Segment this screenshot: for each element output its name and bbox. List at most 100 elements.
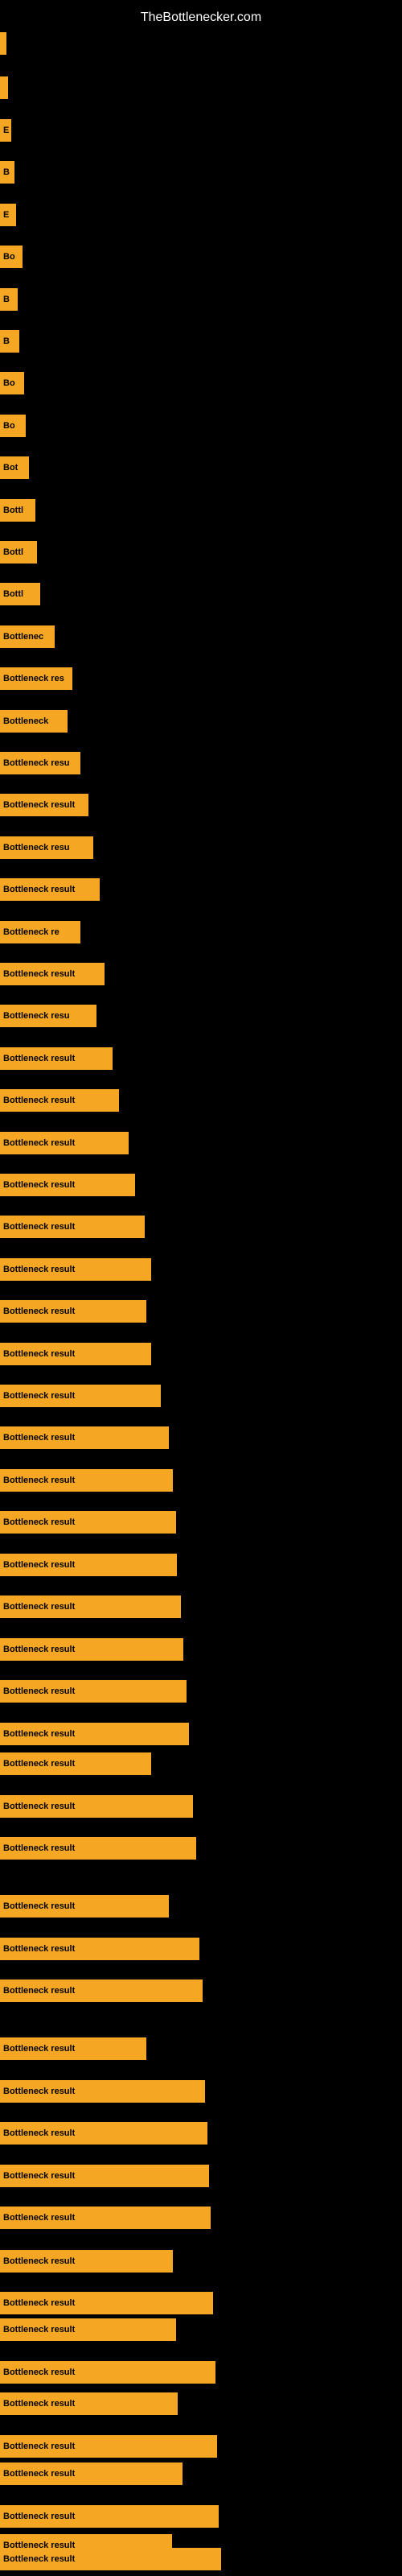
bar-label: B: [3, 167, 10, 177]
bar-label: Bottleneck result: [3, 2087, 75, 2096]
bar-item: Bottleneck result: [0, 2361, 215, 2384]
bar-label: Bottleneck result: [3, 1054, 75, 1063]
bar-label: Bottleneck result: [3, 885, 75, 894]
bar-item: Bo: [0, 372, 24, 394]
bar-item: Bottleneck result: [0, 2548, 221, 2570]
bar-label: Bottleneck result: [3, 1645, 75, 1654]
bar-label: E: [3, 126, 9, 135]
bar-label: B: [3, 295, 10, 304]
bar-item: Bottleneck result: [0, 1300, 146, 1323]
bar-label: Bottleneck result: [3, 1602, 75, 1612]
bar-label: Bottleneck res: [3, 674, 64, 683]
bar-item: Bottleneck result: [0, 2037, 146, 2060]
bar-label: Bottleneck re: [3, 927, 59, 937]
bar-label: Bottleneck result: [3, 1802, 75, 1811]
bar-label: Bo: [3, 378, 15, 388]
bar-item: Bottleneck result: [0, 2435, 217, 2458]
bar-item: Bottleneck result: [0, 1343, 151, 1365]
bar-item: Bottleneck result: [0, 1258, 151, 1281]
bar-item: Bottleneck result: [0, 2165, 209, 2187]
bar-item: Bottleneck result: [0, 878, 100, 901]
bar-label: Bot: [3, 463, 18, 473]
bar-label: Bottleneck result: [3, 2256, 75, 2266]
bar-item: Bottl: [0, 499, 35, 522]
bar-label: Bottleneck result: [3, 1686, 75, 1696]
bar-item: [0, 32, 6, 55]
bar-label: Bottleneck result: [3, 1265, 75, 1274]
bar-item: E: [0, 204, 16, 226]
bar-item: Bottleneck result: [0, 1938, 199, 1960]
bar-item: Bottlenec: [0, 625, 55, 648]
bar-item: Bottleneck result: [0, 1469, 173, 1492]
bar-item: Bottleneck result: [0, 2392, 178, 2415]
bar-item: Bottleneck result: [0, 1511, 176, 1534]
bar-item: Bottleneck resu: [0, 836, 93, 859]
bar-item: Bottleneck result: [0, 1752, 151, 1775]
bar-item: Bottleneck result: [0, 1895, 169, 1918]
bar-label: Bottleneck result: [3, 2399, 75, 2409]
bar-label: Bottleneck result: [3, 1138, 75, 1148]
bar-label: Bottleneck resu: [3, 1011, 70, 1021]
bar-label: Bottleneck result: [3, 1843, 75, 1853]
bar-item: Bottleneck result: [0, 1089, 119, 1112]
bar-item: B: [0, 330, 19, 353]
bar-label: Bottleneck result: [3, 2512, 75, 2521]
bar-item: Bottleneck result: [0, 963, 105, 985]
bar-label: Bottl: [3, 589, 23, 599]
bar-label: Bottleneck result: [3, 2442, 75, 2451]
bar-label: Bo: [3, 421, 15, 431]
bar-label: Bottleneck: [3, 716, 48, 726]
bar-item: B: [0, 161, 14, 184]
bar-label: Bottleneck result: [3, 1433, 75, 1443]
bar-label: Bottleneck result: [3, 2298, 75, 2308]
bar-item: E: [0, 119, 11, 142]
bar-item: B: [0, 288, 18, 311]
bar-item: Bottleneck resu: [0, 752, 80, 774]
bar-label: Bottleneck result: [3, 2213, 75, 2223]
bar-label: Bottleneck result: [3, 1517, 75, 1527]
bar-item: Bottl: [0, 541, 37, 564]
bar-item: Bottleneck result: [0, 1132, 129, 1154]
bar-label: Bottleneck result: [3, 2325, 75, 2334]
bar-item: Bottleneck result: [0, 1047, 113, 1070]
bar-item: Bot: [0, 456, 29, 479]
bar-label: Bottleneck result: [3, 1944, 75, 1954]
bar-label: Bottleneck result: [3, 1391, 75, 1401]
bar-label: Bottleneck result: [3, 1222, 75, 1232]
bar-label: Bottleneck result: [3, 1096, 75, 1105]
bar-item: Bottleneck result: [0, 2292, 213, 2314]
bar-item: Bottleneck result: [0, 2462, 183, 2485]
bar-item: Bottl: [0, 583, 40, 605]
bar-label: Bottleneck result: [3, 1476, 75, 1485]
bar-item: Bottleneck result: [0, 2207, 211, 2229]
bar-item: Bottleneck: [0, 710, 68, 733]
bar-label: Bottleneck result: [3, 2171, 75, 2181]
bar-item: Bo: [0, 415, 26, 437]
bar-item: Bottleneck result: [0, 1216, 145, 1238]
site-title: TheBottlenecker.com: [0, 4, 402, 31]
bar-item: Bottleneck result: [0, 2080, 205, 2103]
bar-item: Bottleneck result: [0, 1426, 169, 1449]
bar-label: Bottleneck result: [3, 1180, 75, 1190]
bar-label: Bottl: [3, 547, 23, 557]
bar-label: Bottlenec: [3, 632, 43, 642]
bar-item: Bottleneck resu: [0, 1005, 96, 1027]
bar-label: E: [3, 210, 9, 220]
bar-item: Bottleneck result: [0, 1680, 187, 1703]
bar-label: Bottleneck result: [3, 1986, 75, 1996]
bar-item: Bottleneck result: [0, 794, 88, 816]
bar-label: Bottleneck resu: [3, 758, 70, 768]
bar-item: Bo: [0, 246, 23, 268]
bar-item: Bottleneck result: [0, 1385, 161, 1407]
bar-item: Bottleneck result: [0, 1837, 196, 1860]
bar-label: Bottleneck result: [3, 2554, 75, 2564]
bar-label: B: [3, 336, 10, 346]
bar-item: Bottleneck result: [0, 2505, 219, 2528]
bar-item: Bottleneck result: [0, 2250, 173, 2273]
bar-item: [0, 76, 8, 99]
bar-label: Bottl: [3, 506, 23, 515]
bar-label: Bottleneck result: [3, 1901, 75, 1911]
bar-item: Bottleneck result: [0, 1596, 181, 1618]
bar-label: Bottleneck result: [3, 969, 75, 979]
bar-item: Bottleneck result: [0, 1174, 135, 1196]
